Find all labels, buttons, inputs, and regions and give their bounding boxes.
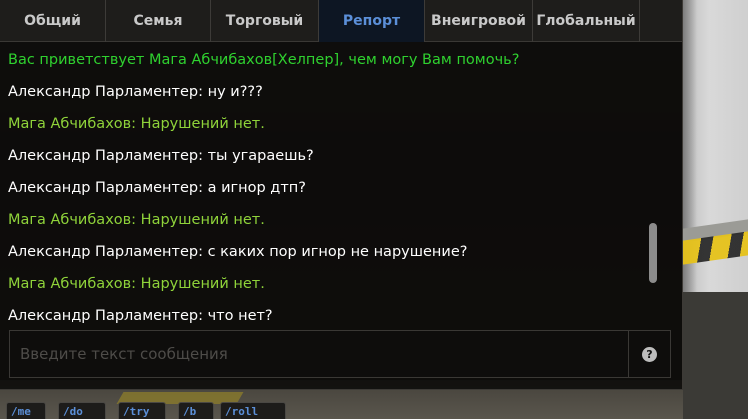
chat-message: Мага Абчибахов: Нарушений нет. <box>8 276 265 292</box>
ground <box>683 292 748 419</box>
tab-family[interactable]: Семья <box>106 0 211 42</box>
command-do-button[interactable]: /do <box>58 402 106 419</box>
chat-message: Мага Абчибахов: Нарушений нет. <box>8 116 265 132</box>
chat-window: Общий Семья Торговый Репорт Внеигровой Г… <box>0 0 683 390</box>
command-roll-button[interactable]: /roll <box>220 402 286 419</box>
chat-message-welcome: Вас приветствует Мага Абчибахов[Хелпер],… <box>8 52 520 68</box>
tab-ooc[interactable]: Внеигровой <box>425 0 533 42</box>
chat-message: Александр Парламентер: ну и??? <box>8 84 263 100</box>
chat-message: Мага Абчибахов: Нарушений нет. <box>8 212 265 228</box>
quick-commands: /me /do /try /b /roll <box>0 402 300 419</box>
help-button[interactable]: ? <box>628 331 670 377</box>
command-try-button[interactable]: /try <box>118 402 166 419</box>
question-circle-icon: ? <box>642 346 657 362</box>
message-list: Вас приветствует Мага Абчибахов[Хелпер],… <box>0 42 660 330</box>
tab-trade[interactable]: Торговый <box>211 0 319 42</box>
tab-general[interactable]: Общий <box>0 0 106 42</box>
chat-scrollbar[interactable] <box>648 44 656 328</box>
chat-message: Александр Парламентер: что нет? <box>8 308 273 324</box>
chat-message: Александр Парламентер: с каких пор игнор… <box>8 244 468 260</box>
message-input[interactable] <box>10 331 628 377</box>
tab-global[interactable]: Глобальный <box>533 0 640 42</box>
command-b-button[interactable]: /b <box>178 402 214 419</box>
tab-report[interactable]: Репорт <box>319 0 425 42</box>
chat-message: Александр Парламентер: ты угараешь? <box>8 148 314 164</box>
chat-message: Александр Парламентер: а игнор дтп? <box>8 180 306 196</box>
chat-scrollbar-thumb[interactable] <box>649 223 657 283</box>
command-me-button[interactable]: /me <box>6 402 46 419</box>
message-input-box: ? <box>9 330 671 378</box>
chat-tabs: Общий Семья Торговый Репорт Внеигровой Г… <box>0 0 682 42</box>
